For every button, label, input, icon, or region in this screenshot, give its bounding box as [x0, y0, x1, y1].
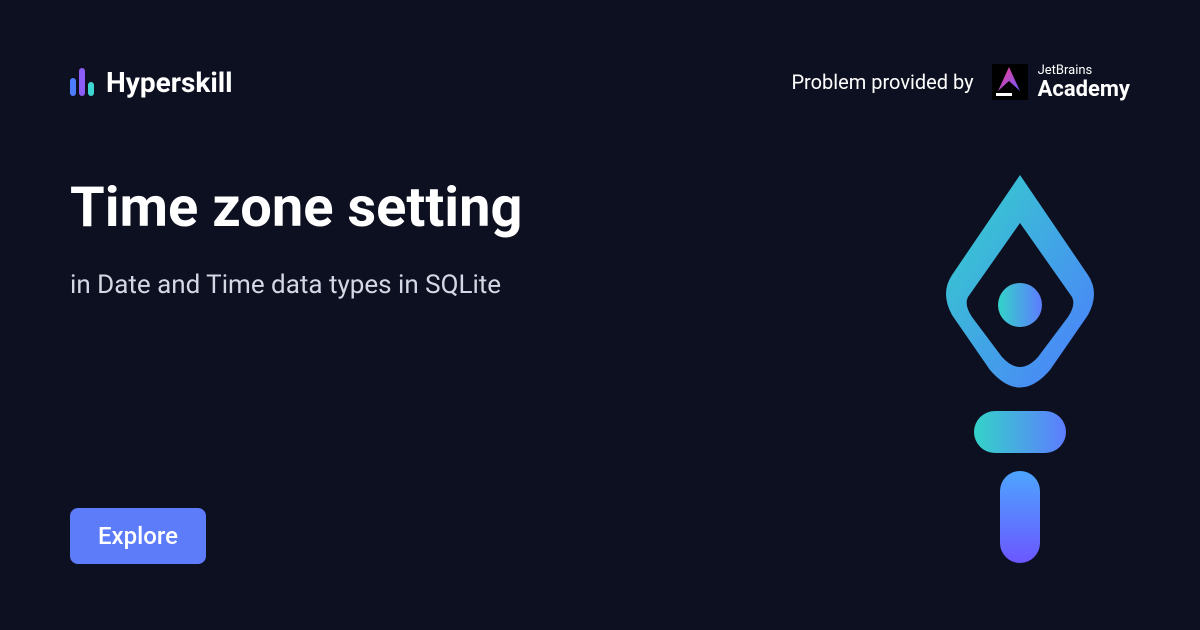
- content-text: Time zone setting in Date and Time data …: [70, 175, 523, 304]
- jetbrains-academy-logo: JetBrains Academy: [992, 64, 1130, 101]
- provider-section: Problem provided by JetBrains Academy: [791, 64, 1130, 101]
- page-title: Time zone setting: [70, 175, 523, 239]
- hyperskill-logo: Hyperskill: [70, 66, 233, 99]
- provided-by-label: Problem provided by: [791, 70, 973, 94]
- jetbrains-icon: [992, 64, 1028, 100]
- jetbrains-academy-text: JetBrains Academy: [1038, 64, 1130, 101]
- jetbrains-label: JetBrains: [1038, 64, 1130, 78]
- page-subtitle: in Date and Time data types in SQLite: [70, 267, 523, 303]
- pen-torch-icon: [930, 175, 1110, 565]
- header: Hyperskill Problem provided by JetBrains: [70, 64, 1130, 101]
- hyperskill-icon: [70, 68, 94, 96]
- academy-label: Academy: [1038, 78, 1130, 101]
- hyperskill-brand-text: Hyperskill: [106, 66, 233, 99]
- explore-button[interactable]: Explore: [70, 508, 206, 564]
